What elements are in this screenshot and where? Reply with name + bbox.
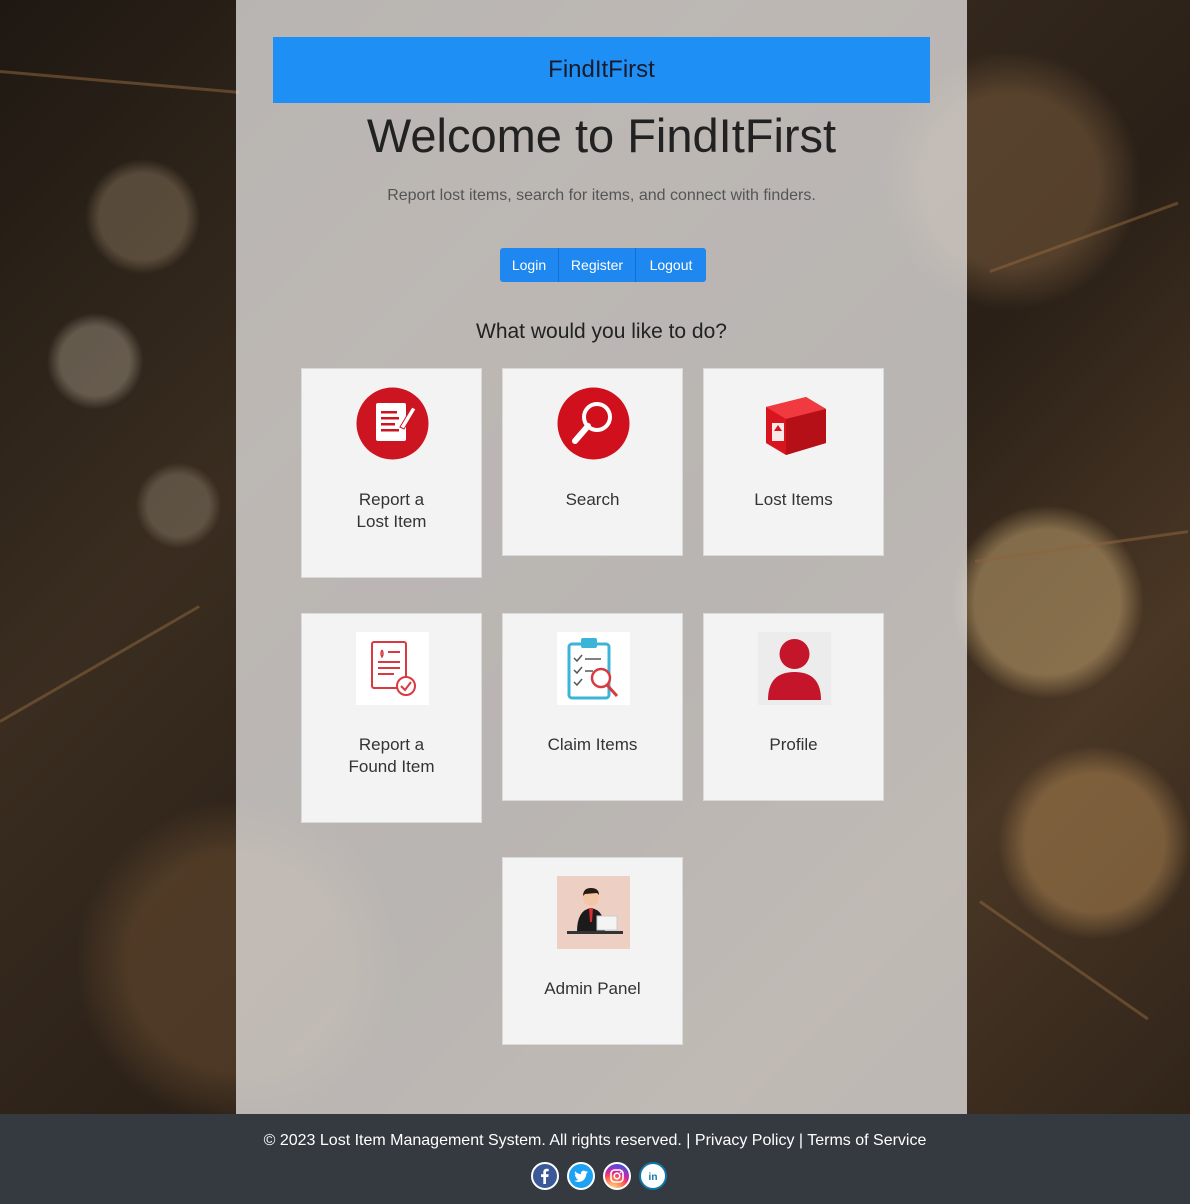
action-label: Claim Items <box>547 735 638 754</box>
action-card-lost-items[interactable]: Lost Items <box>703 368 884 556</box>
background-decoration <box>0 605 200 723</box>
clipboard-search-icon <box>557 632 630 705</box>
svg-text:in: in <box>649 1172 658 1183</box>
action-label: Report a Lost Item <box>356 490 427 531</box>
action-card-report-found[interactable]: Report a Found Item <box>301 613 482 823</box>
copyright-text: © 2023 Lost Item Management System. All … <box>263 1132 682 1149</box>
page-subtitle: Report lost items, search for items, and… <box>387 187 816 204</box>
action-card-admin-panel[interactable]: Admin Panel <box>502 857 683 1045</box>
social-links: in <box>531 1162 667 1190</box>
admin-icon <box>557 876 630 949</box>
brand-name: FindItFirst <box>548 56 655 83</box>
search-icon <box>557 387 630 460</box>
instagram-icon[interactable] <box>603 1162 631 1190</box>
facebook-icon[interactable] <box>531 1162 559 1190</box>
logout-button[interactable]: Logout <box>636 248 706 282</box>
action-label: Lost Items <box>754 490 833 509</box>
footer: © 2023 Lost Item Management System. All … <box>0 1114 1190 1204</box>
action-label: Admin Panel <box>544 979 641 998</box>
background-decoration <box>0 70 240 94</box>
report-lost-icon <box>356 387 429 460</box>
login-button[interactable]: Login <box>500 248 559 282</box>
background-decoration <box>979 900 1149 1021</box>
action-label: Report a Found Item <box>348 735 435 776</box>
section-heading: What would you like to do? <box>476 320 727 343</box>
box-icon <box>758 387 831 460</box>
twitter-icon[interactable] <box>567 1162 595 1190</box>
auth-button-group: Login Register Logout <box>500 248 706 282</box>
action-label: Profile <box>769 735 818 754</box>
terms-of-service-link[interactable]: Terms of Service <box>807 1132 926 1149</box>
privacy-policy-link[interactable]: Privacy Policy <box>695 1132 795 1149</box>
action-label: Search <box>565 490 620 509</box>
report-found-icon <box>356 632 429 705</box>
background-decoration <box>974 530 1189 563</box>
background-decoration <box>989 201 1179 273</box>
user-icon <box>758 632 831 705</box>
main-panel: FindItFirst Welcome to FindItFirst Repor… <box>236 0 967 1114</box>
register-button[interactable]: Register <box>559 248 636 282</box>
page-title: Welcome to FindItFirst <box>366 109 837 162</box>
footer-text: © 2023 Lost Item Management System. All … <box>0 1132 1190 1150</box>
action-card-search[interactable]: Search <box>502 368 683 556</box>
brand-bar: FindItFirst <box>273 37 930 103</box>
action-card-profile[interactable]: Profile <box>703 613 884 801</box>
action-card-claim-items[interactable]: Claim Items <box>502 613 683 801</box>
footer-separator: | <box>686 1132 691 1149</box>
footer-separator: | <box>798 1132 804 1149</box>
action-card-report-lost[interactable]: Report a Lost Item <box>301 368 482 578</box>
linkedin-icon[interactable]: in <box>639 1162 667 1190</box>
